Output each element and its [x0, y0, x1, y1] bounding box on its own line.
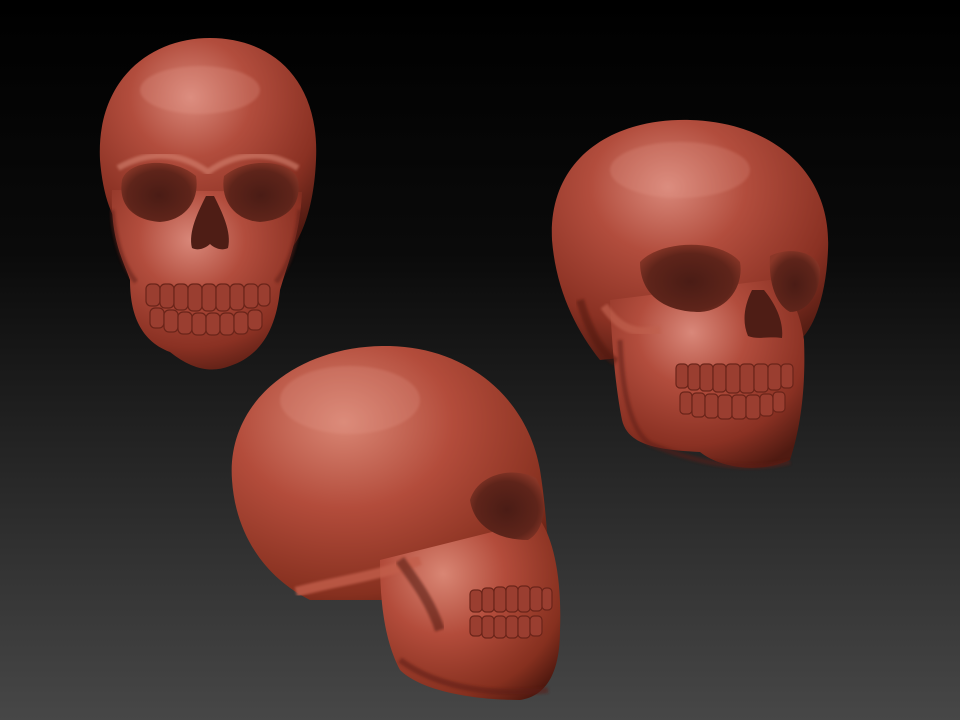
skull-side-view — [231, 345, 561, 700]
skull-front-view — [99, 38, 317, 370]
sculpt-viewport[interactable] — [0, 0, 960, 720]
skull-render-canvas — [99, 38, 829, 700]
skull-three-quarter-view — [551, 119, 829, 469]
